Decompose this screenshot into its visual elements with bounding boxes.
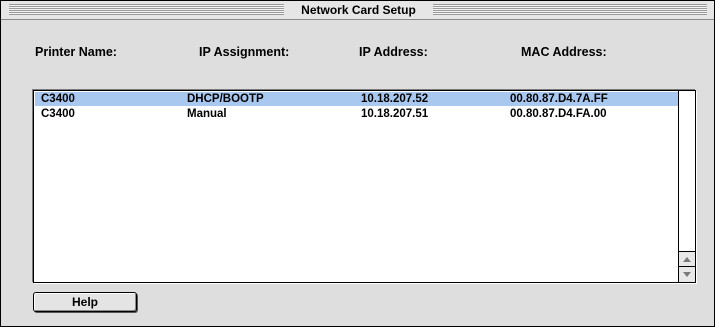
printer-list-rows: C3400 DHCP/BOOTP 10.18.207.52 00.80.87.D… [35,92,678,281]
help-button[interactable]: Help [33,292,137,312]
title-bar[interactable]: Network Card Setup [1,1,714,20]
scroll-down-arrow-icon[interactable] [679,266,695,282]
title-bar-stripes-left [9,4,284,15]
table-row[interactable]: C3400 Manual 10.18.207.51 00.80.87.D4.FA… [35,107,678,121]
cell-ip-assignment: DHCP/BOOTP [187,93,264,105]
cell-ip-assignment: Manual [187,108,227,120]
column-header-ip-assignment: IP Assignment: [199,45,290,59]
title-bar-stripes-right [433,4,707,15]
column-header-printer-name: Printer Name: [35,45,117,59]
window-title: Network Card Setup [284,1,433,19]
table-row[interactable]: C3400 DHCP/BOOTP 10.18.207.52 00.80.87.D… [35,92,678,106]
printer-list[interactable]: C3400 DHCP/BOOTP 10.18.207.52 00.80.87.D… [33,90,696,283]
scroll-up-arrow-icon[interactable] [679,251,695,267]
cell-printer-name: C3400 [41,108,75,120]
cell-mac-address: 00.80.87.D4.FA.00 [510,108,607,120]
cell-ip-address: 10.18.207.51 [361,108,429,120]
cell-printer-name: C3400 [41,93,75,105]
column-header-ip-address: IP Address: [359,45,428,59]
network-card-setup-window: Network Card Setup Printer Name: IP Assi… [0,0,715,327]
vertical-scrollbar[interactable] [678,91,695,282]
cell-mac-address: 00.80.87.D4.7A.FF [510,93,608,105]
cell-ip-address: 10.18.207.52 [361,93,429,105]
column-header-mac-address: MAC Address: [521,45,607,59]
